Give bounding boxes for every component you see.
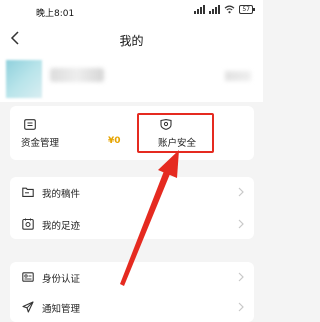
signal-icon-2 — [209, 5, 221, 14]
chevron-right-icon — [238, 302, 244, 312]
signal-icon — [194, 5, 206, 14]
list-item-label: 身份认证 — [42, 274, 81, 285]
list-card-primary: 我的稿件 我的足迹 — [10, 177, 254, 239]
fund-management-label: 资金管理 — [21, 138, 60, 149]
list-item-label: 我的足迹 — [42, 221, 81, 232]
chevron-right-icon — [238, 187, 244, 197]
avatar[interactable] — [6, 60, 42, 98]
fund-management-button[interactable]: 资金管理 ¥0 — [10, 106, 132, 160]
chevron-right-icon — [238, 272, 244, 282]
wallet-icon — [24, 119, 36, 130]
footprint-icon — [22, 218, 34, 230]
battery-icon: 57 — [239, 5, 255, 14]
send-icon — [22, 301, 34, 313]
list-item-notification-management[interactable]: 通知管理 — [10, 292, 254, 322]
profile-detail-blurred — [225, 71, 251, 81]
list-card-secondary: 身份认证 通知管理 — [10, 262, 254, 322]
top-bar: 我的 — [0, 22, 263, 56]
profile-section[interactable] — [0, 56, 263, 102]
username-blurred — [50, 68, 104, 82]
status-icons: 57 — [194, 5, 255, 14]
list-item-label: 通知管理 — [42, 304, 81, 315]
list-item-label: 我的稿件 — [42, 189, 81, 200]
list-item-my-footprints[interactable]: 我的足迹 — [10, 209, 254, 239]
wifi-icon — [224, 5, 235, 14]
highlight-box — [137, 113, 214, 153]
status-bar: 晚上8:01 57 — [0, 0, 263, 22]
status-time: 晚上8:01 — [36, 9, 75, 19]
page-title: 我的 — [119, 34, 144, 48]
list-item-my-manuscripts[interactable]: 我的稿件 — [10, 177, 254, 207]
id-card-icon — [22, 272, 34, 282]
chevron-right-icon — [238, 219, 244, 229]
list-item-identity-verification[interactable]: 身份认证 — [10, 262, 254, 292]
fund-amount: ¥0 — [108, 136, 121, 146]
folder-icon — [22, 187, 34, 197]
fund-card: 资金管理 ¥0 账户安全 — [10, 106, 254, 160]
